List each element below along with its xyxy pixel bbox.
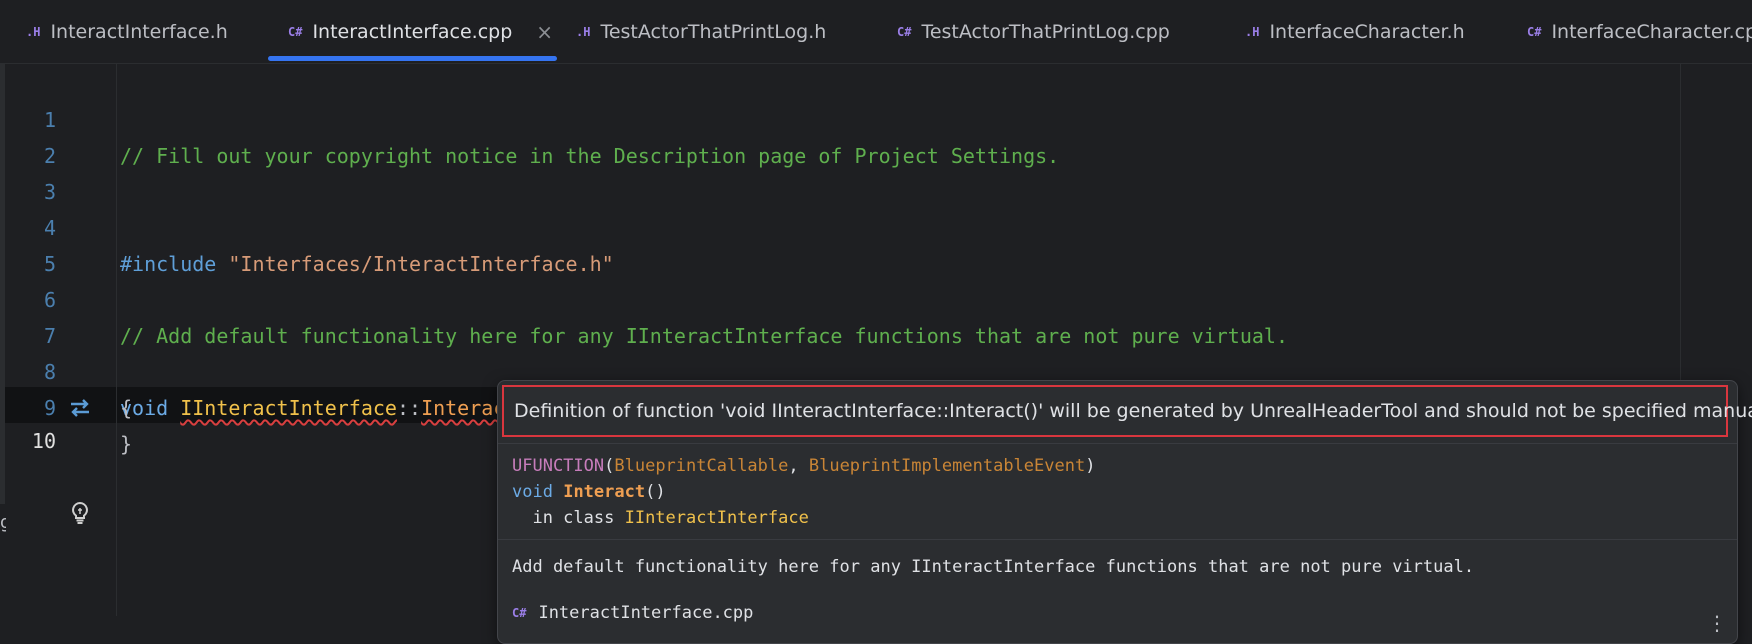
cpp-file-icon: C#: [512, 606, 527, 620]
parens: (): [645, 482, 666, 502]
tab-interfacecharacter-h[interactable]: .H InterfaceCharacter.h: [1245, 0, 1465, 63]
tab-testactorthatprintlog-h[interactable]: .H TestActorThatPrintLog.h: [576, 0, 826, 63]
in-class-label: in class: [512, 508, 625, 528]
tab-label: TestActorThatPrintLog.cpp: [921, 20, 1170, 43]
tab-label: InterfaceCharacter.h: [1269, 20, 1465, 43]
function-declaration: UFUNCTION(BlueprintCallable, BlueprintIm…: [512, 453, 1095, 531]
active-tab-indicator: [268, 56, 557, 61]
comma: ,: [788, 456, 809, 476]
close-icon[interactable]: ×: [536, 20, 553, 44]
tab-label: InteractInterface.h: [50, 20, 228, 43]
code-line-3[interactable]: 3: [0, 138, 1680, 204]
code-line-5[interactable]: 5: [0, 210, 1680, 276]
more-options-icon[interactable]: ⋮: [1707, 611, 1727, 635]
file-name: InteractInterface.cpp: [538, 603, 754, 623]
popup-divider: [498, 539, 1737, 540]
void-keyword: void: [512, 482, 553, 502]
specifier: BlueprintCallable: [614, 456, 789, 476]
tab-interactinterface-h[interactable]: .H InteractInterface.h: [26, 0, 228, 63]
popup-divider: [498, 443, 1737, 444]
code-line-1[interactable]: 1 // Fill out your copyright notice in t…: [0, 66, 1680, 168]
cpp-file-icon: C#: [288, 24, 303, 39]
close-paren: ): [1085, 456, 1096, 476]
tab-label: TestActorThatPrintLog.h: [600, 20, 827, 43]
header-file-icon: .H: [26, 24, 41, 39]
code-line-7[interactable]: 7 void IInteractInterface::Interact(): [0, 282, 1680, 420]
cpp-file-icon: C#: [897, 24, 912, 39]
open-paren: (: [604, 456, 615, 476]
header-file-icon: .H: [1245, 24, 1260, 39]
close-brace: }: [120, 432, 133, 456]
class-link[interactable]: IInteractInterface: [625, 508, 809, 528]
tab-testactorthatprintlog-cpp[interactable]: C# TestActorThatPrintLog.cpp: [897, 0, 1170, 63]
cpp-file-icon: C#: [1527, 24, 1542, 39]
tab-interfacecharacter-cpp[interactable]: C# InterfaceCharacter.cpp: [1527, 0, 1752, 63]
code-editor[interactable]: 1 // Fill out your copyright notice in t…: [0, 64, 1752, 644]
edge-fragment: g: [0, 512, 6, 533]
function-name: Interact: [563, 482, 646, 502]
line-number: 10: [31, 429, 56, 453]
specifier: BlueprintImplementableEvent: [808, 456, 1086, 476]
code-line-8[interactable]: 8 {: [0, 318, 1680, 420]
header-file-icon: .H: [576, 24, 591, 39]
tab-label: InterfaceCharacter.cpp: [1551, 20, 1752, 43]
doc-comment: Add default functionality here for any I…: [512, 557, 1475, 577]
tab-label: InteractInterface.cpp: [312, 20, 513, 43]
macro-name: UFUNCTION: [512, 456, 605, 476]
code-line-6[interactable]: 6 // Add default functionality here for …: [0, 246, 1680, 348]
code-line-2[interactable]: 2: [0, 102, 1680, 168]
source-file-link[interactable]: C# InteractInterface.cpp: [512, 603, 753, 623]
tab-interactinterface-cpp[interactable]: C# InteractInterface.cpp ×: [288, 0, 553, 63]
editor-tab-bar: .H InteractInterface.h C# InteractInterf…: [0, 0, 1752, 64]
lightbulb-icon[interactable]: [68, 495, 92, 531]
code-line-4[interactable]: 4 #include "Interfaces/InteractInterface…: [0, 174, 1680, 276]
error-message: Definition of function 'void IInteractIn…: [502, 385, 1752, 437]
quick-documentation-popup[interactable]: Definition of function 'void IInteractIn…: [497, 380, 1752, 644]
